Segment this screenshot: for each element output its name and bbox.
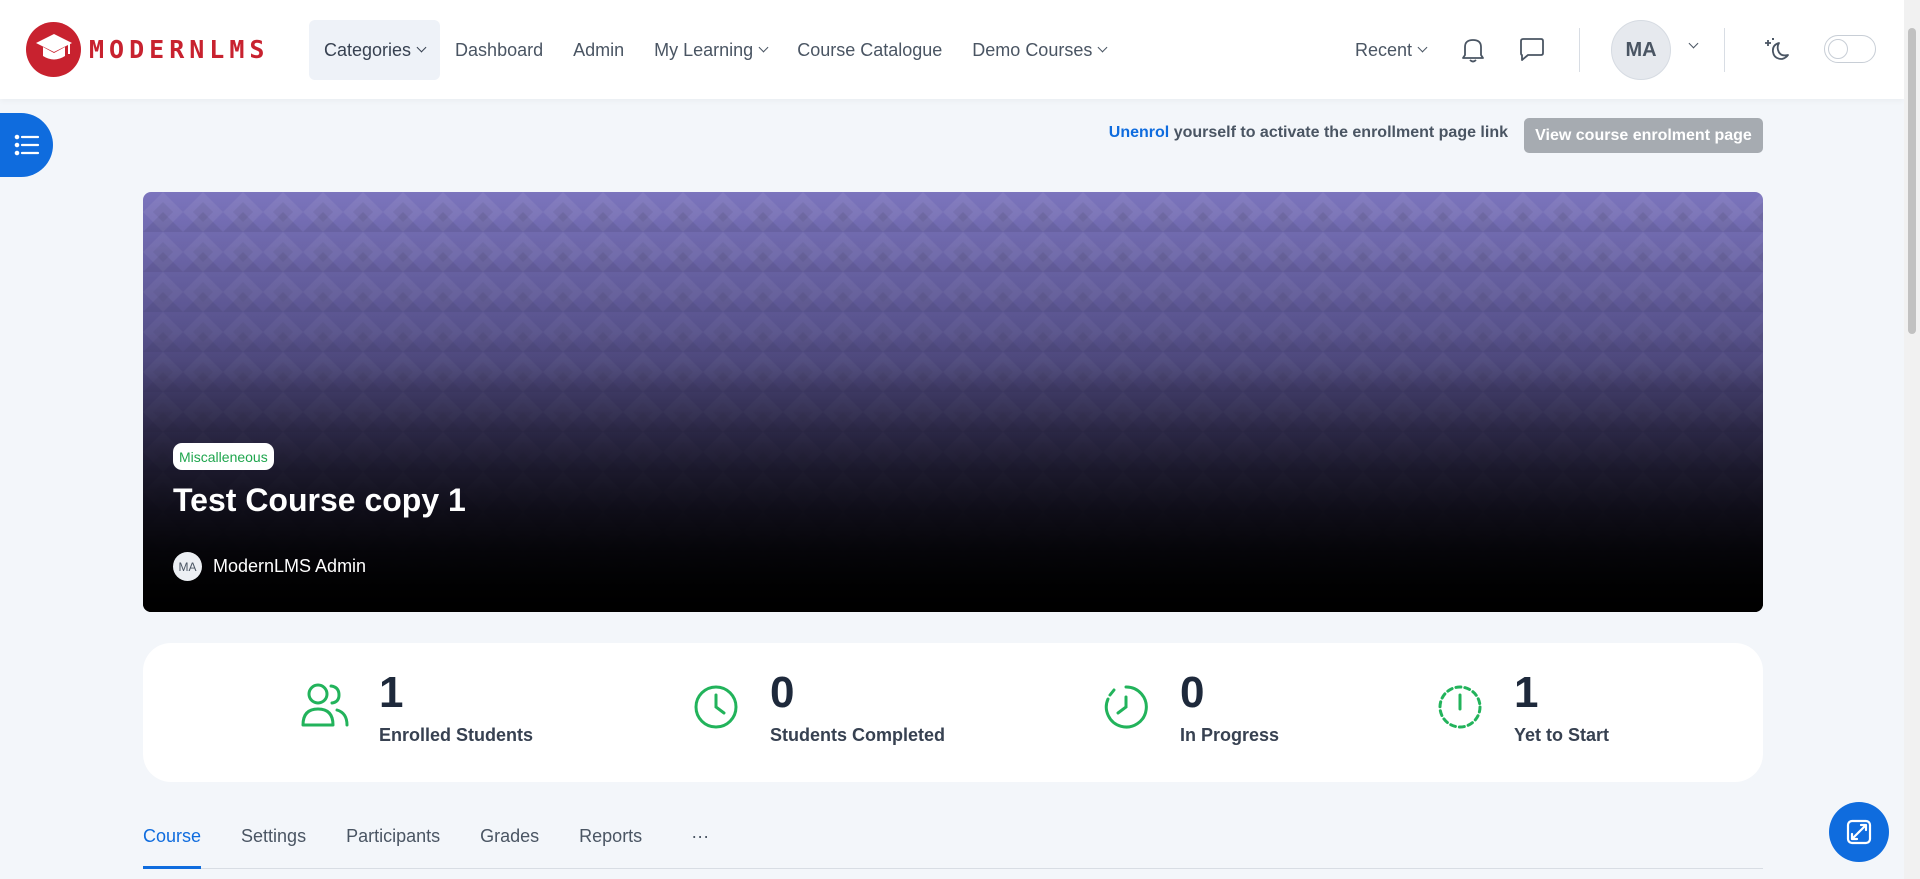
dashed-clock-icon xyxy=(1438,685,1482,729)
course-hero-banner: Miscalleneous Test Course copy 1 MA Mode… xyxy=(143,192,1763,612)
nav-dashboard[interactable]: Dashboard xyxy=(440,20,558,80)
nav-categories[interactable]: Categories xyxy=(309,20,441,80)
enrolment-notice-text: yourself to activate the enrollment page… xyxy=(1173,124,1508,141)
moon-stars-icon xyxy=(1765,38,1789,60)
notifications-button[interactable] xyxy=(1455,32,1491,68)
stat-value: 1 xyxy=(1514,668,1539,717)
category-badge[interactable]: Miscalleneous xyxy=(173,443,274,470)
progress-clock-icon xyxy=(1104,685,1148,729)
users-icon xyxy=(301,683,349,727)
course-stats-panel: 1 Enrolled Students 0 Students Completed… xyxy=(143,643,1763,782)
hero-gradient-overlay xyxy=(143,192,1763,612)
bell-icon xyxy=(1462,39,1484,63)
scrollbar-thumb[interactable] xyxy=(1908,28,1916,334)
toggle-knob xyxy=(1828,39,1848,59)
stat-value: 0 xyxy=(770,668,795,717)
user-avatar[interactable]: MA xyxy=(1611,20,1671,80)
nav-course-catalogue[interactable]: Course Catalogue xyxy=(782,20,957,80)
stat-label: In Progress xyxy=(1180,725,1280,745)
course-author[interactable]: MA ModernLMS Admin xyxy=(173,552,366,581)
category-badge-label: Miscalleneous xyxy=(179,448,268,465)
page-scrollbar[interactable] xyxy=(1904,0,1920,879)
chevron-down-icon xyxy=(1417,42,1428,53)
nav-demo-courses[interactable]: Demo Courses xyxy=(957,20,1121,80)
nav-recent[interactable]: Recent xyxy=(1340,20,1441,80)
theme-toggle[interactable] xyxy=(1824,35,1876,63)
stat-label: Enrolled Students xyxy=(379,725,534,745)
fullscreen-button[interactable] xyxy=(1829,802,1889,862)
navbar-divider xyxy=(1579,28,1580,72)
stat-label: Yet to Start xyxy=(1514,725,1610,745)
author-name: ModernLMS Admin xyxy=(213,556,367,576)
top-navbar: MODERNLMS Categories Dashboard Admin My … xyxy=(0,0,1904,99)
navbar-divider xyxy=(1724,28,1725,72)
tab-settings[interactable]: Settings xyxy=(241,816,306,869)
course-index-drawer-button[interactable] xyxy=(0,113,53,177)
expand-icon xyxy=(1846,819,1872,845)
chat-icon xyxy=(1520,38,1544,61)
tab-course[interactable]: Course xyxy=(143,816,202,869)
tab-more-button[interactable]: ··· xyxy=(682,820,718,850)
graduation-cap-icon xyxy=(26,22,81,77)
user-initials: MA xyxy=(1625,38,1657,61)
tab-participants[interactable]: Participants xyxy=(346,816,440,869)
chevron-down-icon xyxy=(416,42,427,53)
nav-my-learning[interactable]: My Learning xyxy=(639,20,782,80)
view-enrolment-page-button[interactable]: View course enrolment page xyxy=(1524,118,1763,153)
enrolment-notice: Unenrol yourself to activate the enrollm… xyxy=(1109,124,1508,142)
stat-label: Students Completed xyxy=(770,725,946,745)
messages-button[interactable] xyxy=(1514,32,1550,68)
list-icon xyxy=(14,134,39,156)
stat-value: 1 xyxy=(379,668,404,717)
course-tabs: Course Settings Participants Grades Repo… xyxy=(143,816,1763,869)
nav-recent-label: Recent xyxy=(1355,39,1413,60)
primary-nav: Categories Dashboard Admin My Learning C… xyxy=(309,20,1121,80)
chevron-down-icon xyxy=(1097,42,1108,53)
dark-mode-button[interactable] xyxy=(1758,32,1794,68)
brand-name: MODERNLMS xyxy=(89,35,270,64)
stat-value: 0 xyxy=(1180,668,1205,717)
nav-my-learning-label: My Learning xyxy=(654,39,754,60)
view-enrolment-page-label: View course enrolment page xyxy=(1535,126,1752,144)
tab-reports[interactable]: Reports xyxy=(579,816,642,869)
nav-dashboard-label: Dashboard xyxy=(455,39,544,60)
course-title: Test Course copy 1 xyxy=(173,482,466,518)
nav-admin[interactable]: Admin xyxy=(558,20,639,80)
author-avatar: MA xyxy=(173,552,202,581)
stat-enrolled-students: 1 Enrolled Students xyxy=(297,671,533,746)
stat-in-progress: 0 In Progress xyxy=(1098,671,1279,746)
stat-students-completed: 0 Students Completed xyxy=(688,671,945,746)
unenrol-link[interactable]: Unenrol xyxy=(1109,124,1169,141)
clock-icon xyxy=(694,685,738,729)
tab-grades[interactable]: Grades xyxy=(480,816,539,869)
nav-categories-label: Categories xyxy=(324,39,412,60)
brand-logo[interactable]: MODERNLMS xyxy=(26,22,269,77)
nav-admin-label: Admin xyxy=(573,39,625,60)
stat-yet-to-start: 1 Yet to Start xyxy=(1432,671,1609,746)
chevron-down-icon xyxy=(758,42,769,53)
nav-demo-courses-label: Demo Courses xyxy=(972,39,1093,60)
nav-course-catalogue-label: Course Catalogue xyxy=(797,39,943,60)
author-initials: MA xyxy=(178,559,197,574)
user-menu-chevron-icon[interactable] xyxy=(1688,38,1699,49)
